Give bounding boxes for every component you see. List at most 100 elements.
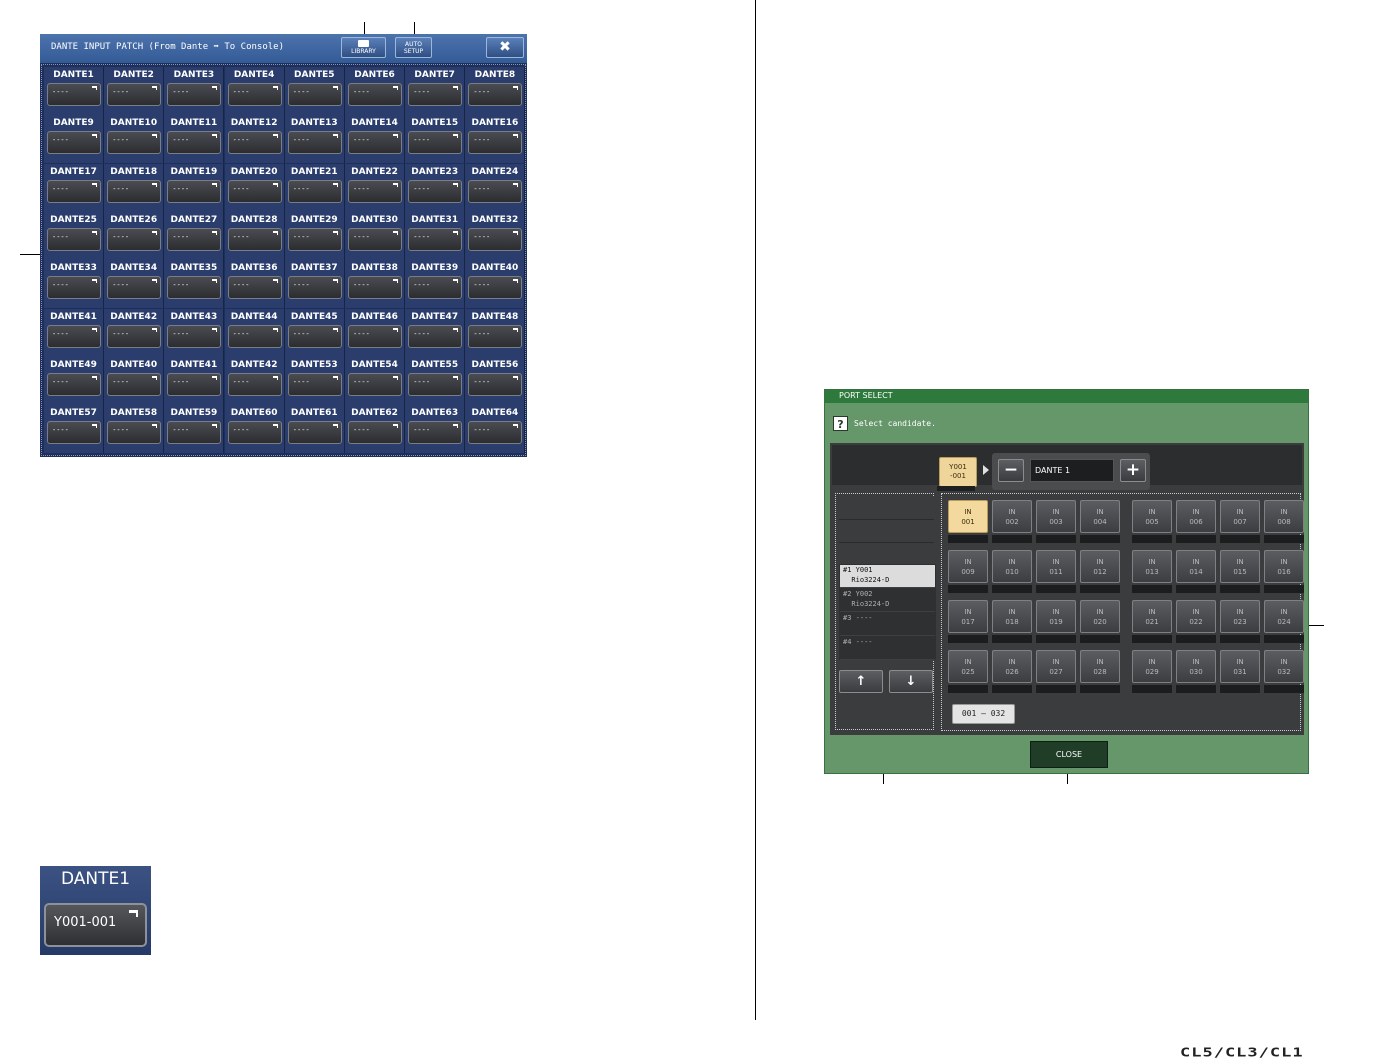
library-button[interactable]: LIBRARY: [341, 37, 386, 58]
patch-select-button[interactable]: ----: [287, 227, 342, 251]
port-button[interactable]: IN 002: [992, 500, 1032, 543]
patch-select-button[interactable]: ----: [107, 179, 162, 203]
close-button[interactable]: CLOSE: [1030, 741, 1108, 768]
patch-select-button[interactable]: ----: [287, 372, 342, 396]
patch-select-button[interactable]: ----: [468, 421, 523, 445]
patch-select-button[interactable]: ----: [408, 276, 463, 300]
close-button[interactable]: ✖: [486, 37, 524, 58]
patch-select-button[interactable]: ----: [408, 324, 463, 348]
patch-select-button[interactable]: ----: [47, 179, 101, 203]
patch-select-button[interactable]: ----: [107, 372, 162, 396]
patch-select-button[interactable]: ----: [468, 227, 523, 251]
patch-select-button[interactable]: ----: [227, 421, 282, 445]
patch-select-button[interactable]: ----: [408, 227, 463, 251]
patch-select-button[interactable]: ----: [227, 227, 282, 251]
patch-select-button[interactable]: ----: [167, 83, 222, 106]
port-button[interactable]: IN 031: [1220, 650, 1260, 693]
help-icon[interactable]: ?: [833, 416, 848, 431]
patch-select-button[interactable]: ----: [287, 324, 342, 348]
patch-select-button[interactable]: ----: [408, 83, 463, 106]
next-channel-button[interactable]: +: [1120, 459, 1146, 482]
scroll-down-button[interactable]: ↓: [889, 670, 933, 693]
patch-select-button[interactable]: ----: [47, 83, 101, 106]
patch-select-button[interactable]: ----: [408, 179, 463, 203]
scroll-up-button[interactable]: ↑: [839, 670, 883, 693]
port-button[interactable]: IN 024: [1264, 600, 1304, 643]
patch-select-button[interactable]: ----: [408, 421, 463, 445]
patch-select-button[interactable]: ----: [287, 83, 342, 106]
patch-select-button[interactable]: ----: [227, 179, 282, 203]
patch-select-button[interactable]: ----: [107, 83, 162, 106]
patch-select-button[interactable]: ----: [348, 131, 402, 155]
patch-select-button[interactable]: ----: [348, 324, 402, 348]
port-button[interactable]: IN 026: [992, 650, 1032, 693]
port-button[interactable]: IN 025: [948, 650, 988, 693]
port-button[interactable]: IN 001: [948, 500, 988, 543]
port-button[interactable]: IN 011: [1036, 550, 1076, 593]
previous-channel-button[interactable]: −: [998, 459, 1024, 482]
patch-select-button[interactable]: ----: [468, 324, 523, 348]
patch-select-button[interactable]: ----: [47, 131, 101, 155]
patch-select-button[interactable]: ----: [408, 372, 463, 396]
patch-select-button[interactable]: ----: [107, 131, 162, 155]
port-button[interactable]: IN 012: [1080, 550, 1120, 593]
port-button[interactable]: IN 019: [1036, 600, 1076, 643]
patch-select-button[interactable]: ----: [107, 276, 162, 300]
patch-select-button[interactable]: ----: [348, 179, 402, 203]
patch-select-button[interactable]: ----: [287, 131, 342, 155]
patch-select-button[interactable]: ----: [107, 421, 162, 445]
patch-select-button[interactable]: ----: [468, 372, 523, 396]
device-list-item[interactable]: #2 Y002 Rio3224-D: [840, 589, 935, 612]
patch-select-button[interactable]: ----: [287, 276, 342, 300]
port-button[interactable]: IN 022: [1176, 600, 1216, 643]
port-range-tab[interactable]: 001 – 032: [952, 704, 1015, 724]
patch-select-button[interactable]: ----: [227, 324, 282, 348]
patch-select-button[interactable]: ----: [47, 324, 101, 348]
port-button[interactable]: IN 030: [1176, 650, 1216, 693]
auto-setup-button[interactable]: AUTO SETUP: [395, 37, 432, 58]
patch-select-button[interactable]: ----: [167, 179, 222, 203]
patch-select-button[interactable]: ----: [348, 421, 402, 445]
patch-select-button[interactable]: Y001-001: [44, 903, 147, 947]
port-button[interactable]: IN 003: [1036, 500, 1076, 543]
port-button[interactable]: IN 009: [948, 550, 988, 593]
port-button[interactable]: IN 014: [1176, 550, 1216, 593]
port-button[interactable]: IN 032: [1264, 650, 1304, 693]
patch-select-button[interactable]: ----: [348, 372, 402, 396]
patch-select-button[interactable]: ----: [167, 131, 222, 155]
port-button[interactable]: IN 005: [1132, 500, 1172, 543]
patch-select-button[interactable]: ----: [107, 227, 162, 251]
port-button[interactable]: IN 004: [1080, 500, 1120, 543]
patch-select-button[interactable]: ----: [348, 276, 402, 300]
port-button[interactable]: IN 006: [1176, 500, 1216, 543]
patch-select-button[interactable]: ----: [227, 372, 282, 396]
patch-select-button[interactable]: ----: [167, 372, 222, 396]
port-button[interactable]: IN 008: [1264, 500, 1304, 543]
patch-select-button[interactable]: ----: [468, 276, 523, 300]
port-button[interactable]: IN 021: [1132, 600, 1172, 643]
patch-select-button[interactable]: ----: [47, 421, 101, 445]
patch-select-button[interactable]: ----: [227, 83, 282, 106]
port-button[interactable]: IN 027: [1036, 650, 1076, 693]
device-list-item[interactable]: #4 ----: [840, 637, 935, 660]
patch-select-button[interactable]: ----: [468, 179, 523, 203]
patch-select-button[interactable]: ----: [167, 421, 222, 445]
patch-select-button[interactable]: ----: [107, 324, 162, 348]
device-list-item[interactable]: #3 ----: [840, 613, 935, 636]
port-button[interactable]: IN 015: [1220, 550, 1260, 593]
port-button[interactable]: IN 018: [992, 600, 1032, 643]
port-button[interactable]: IN 007: [1220, 500, 1260, 543]
patch-select-button[interactable]: ----: [468, 83, 523, 106]
patch-select-button[interactable]: ----: [348, 227, 402, 251]
patch-select-button[interactable]: ----: [167, 324, 222, 348]
patch-select-button[interactable]: ----: [348, 83, 402, 106]
port-button[interactable]: IN 029: [1132, 650, 1172, 693]
patch-select-button[interactable]: ----: [227, 131, 282, 155]
device-list-item[interactable]: #1 Y001 Rio3224-D: [840, 565, 935, 588]
port-button[interactable]: IN 023: [1220, 600, 1260, 643]
patch-select-button[interactable]: ----: [408, 131, 463, 155]
port-button[interactable]: IN 013: [1132, 550, 1172, 593]
patch-select-button[interactable]: ----: [287, 179, 342, 203]
port-button[interactable]: IN 028: [1080, 650, 1120, 693]
port-button[interactable]: IN 016: [1264, 550, 1304, 593]
